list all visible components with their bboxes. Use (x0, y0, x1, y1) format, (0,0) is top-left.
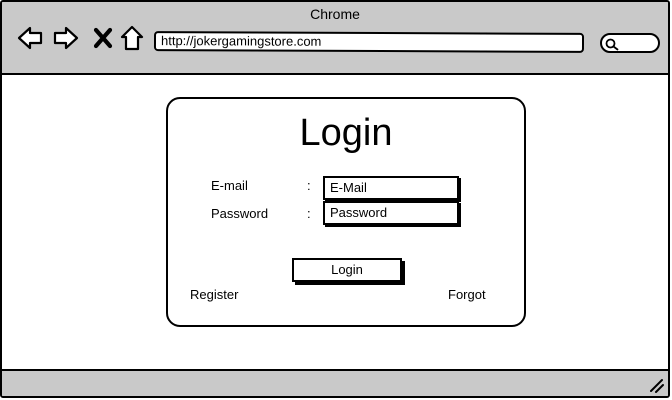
email-label: E-mail (211, 178, 248, 193)
address-bar[interactable]: http://jokergamingstore.com (153, 31, 585, 53)
password-field[interactable]: Password (323, 201, 459, 225)
forgot-link[interactable]: Forgot (448, 287, 486, 302)
register-link[interactable]: Register (190, 287, 238, 302)
stop-close-icon[interactable] (90, 24, 118, 52)
window-title: Chrome (310, 6, 360, 22)
back-arrow-icon[interactable] (16, 24, 44, 52)
email-colon: : (307, 178, 311, 193)
browser-window: Chrome http://jokergamingstore.com Login… (0, 0, 670, 398)
search-box[interactable] (600, 33, 660, 53)
page-content: Login E-mail : E-Mail Password : Passwor… (2, 75, 668, 370)
browser-toolbar: Chrome http://jokergamingstore.com (2, 2, 668, 75)
status-bar (2, 369, 668, 396)
forward-arrow-icon[interactable] (52, 24, 80, 52)
login-title: Login (299, 112, 393, 154)
password-colon: : (307, 206, 311, 221)
login-button[interactable]: Login (292, 258, 402, 282)
login-card: Login E-mail : E-Mail Password : Passwor… (166, 97, 526, 327)
email-field[interactable]: E-Mail (323, 176, 459, 200)
resize-grip-icon[interactable] (648, 377, 664, 393)
password-label: Password (211, 206, 269, 221)
search-icon (605, 38, 619, 51)
home-icon[interactable] (118, 24, 146, 52)
